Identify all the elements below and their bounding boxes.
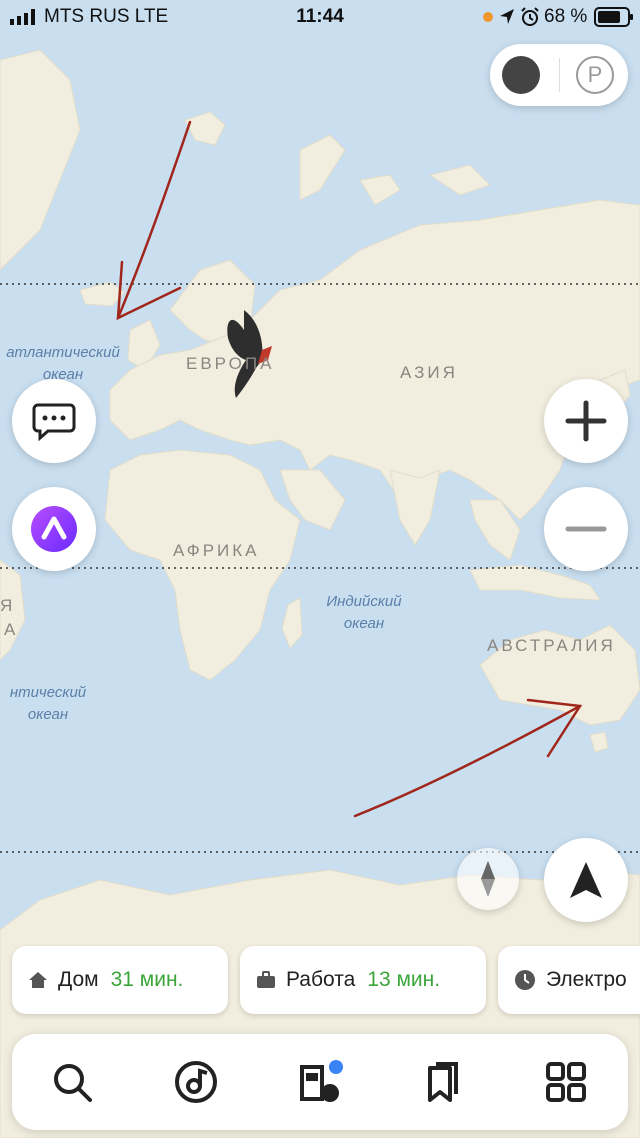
fuel-icon [300,1060,343,1102]
zoom-out-icon [565,526,607,532]
tab-bookmarks[interactable] [416,1056,468,1108]
briefcase-icon [256,970,276,990]
ocean-label-indian: Индийский океан [312,591,416,635]
route-chip-label: Работа [286,968,356,991]
tab-fuel[interactable] [294,1056,346,1108]
parking-icon[interactable]: P [576,56,614,94]
home-icon [28,970,48,990]
location-arrow-icon [500,9,514,24]
route-chip-work[interactable]: Работа 13 мин. [240,946,486,1014]
clock-icon [514,969,536,991]
chat-icon [32,403,76,441]
compass-button[interactable] [457,848,519,910]
route-chip-home[interactable]: Дом 31 мин. [12,946,228,1014]
continent-label-asia: АЗИЯ [400,363,458,382]
my-location-icon [570,862,602,898]
top-controls-pill: P [490,44,628,106]
continent-label-europe: ЕВРОПА [186,354,275,373]
pill-divider [559,58,560,92]
orange-dot-icon [483,12,493,22]
ocean-label-line: Индийский [326,593,402,610]
ocean-label-line: океан [343,615,385,632]
zoom-in-icon [565,400,607,442]
chat-button[interactable] [12,379,96,463]
route-chip-label: Дом [58,968,99,991]
route-chip-electro[interactable]: Электро [498,946,640,1014]
alarm-icon [521,7,539,26]
compass-icon [481,861,495,897]
services-grid-icon [546,1062,586,1102]
partial-label-left-1: Я [0,596,16,615]
my-location-button[interactable] [544,838,628,922]
bookmarks-icon [428,1062,458,1102]
status-bar: MTS RUS LTE 11:44 68 % [0,0,640,34]
bottom-tab-bar [12,1034,628,1130]
continent-label-africa: АФРИКА [173,541,260,560]
zoom-out-button[interactable] [544,487,628,571]
ocean-label-line: нтический [9,684,87,701]
route-chip-eta: 13 мин. [367,968,441,991]
search-icon [54,1064,92,1102]
music-icon [175,1061,217,1103]
battery-icon [594,7,633,27]
zoom-in-button[interactable] [544,379,628,463]
route-chip-eta: 31 мин. [110,968,184,991]
continent-label-australia: АВСТРАЛИЯ [487,636,616,655]
tab-music[interactable] [170,1056,222,1108]
alice-button[interactable] [12,487,96,571]
route-chip-label: Электро [546,968,627,991]
alice-icon [31,506,77,552]
tab-search[interactable] [46,1056,98,1108]
battery-percent: 68 % [544,6,588,27]
ocean-label-line: океан [27,706,69,723]
ocean-label-atlantic-2: нтический океан [0,682,96,726]
theme-icon[interactable] [502,56,540,94]
tab-services[interactable] [540,1056,592,1108]
ocean-label-line: атлантический [6,344,120,361]
partial-label-left-2: А [4,620,19,639]
